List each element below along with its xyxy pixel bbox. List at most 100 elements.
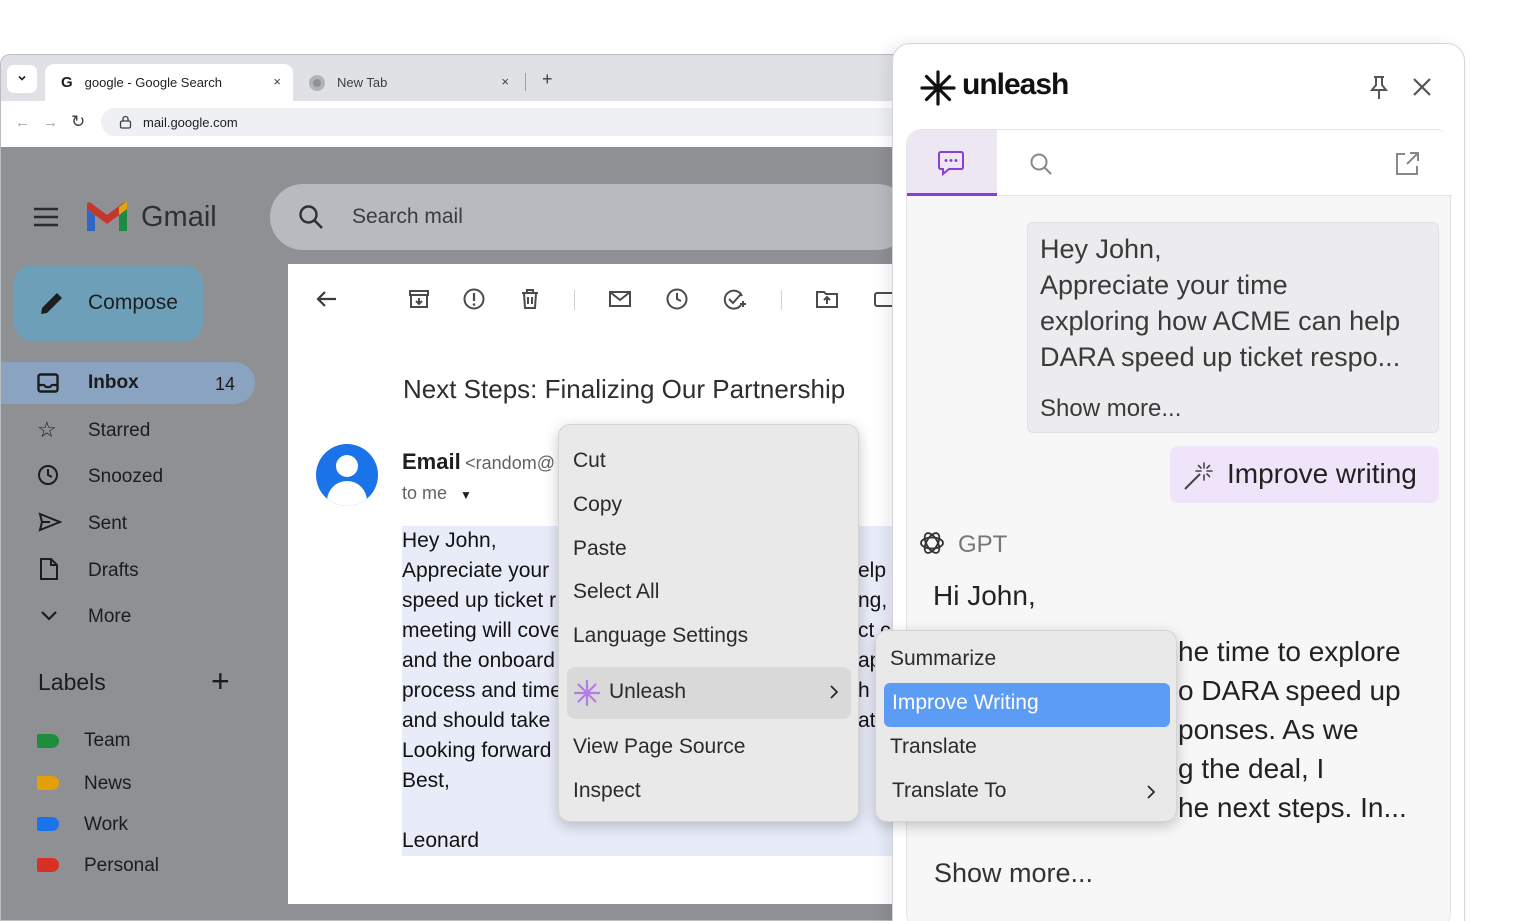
chevron-down-icon <box>16 72 28 87</box>
search-placeholder: Search mail <box>352 205 463 228</box>
submenu-item-summarize[interactable]: Summarize <box>890 647 996 671</box>
tab-google-search[interactable]: G google - Google Search × <box>45 64 293 101</box>
labels-heading: Labels <box>38 669 106 695</box>
sidebar-item-sent[interactable]: Sent <box>1 502 255 542</box>
address-bar[interactable]: mail.google.com <box>101 108 900 136</box>
label-item-personal[interactable]: Personal <box>37 852 217 882</box>
search-icon[interactable] <box>1029 152 1053 181</box>
send-icon <box>38 512 63 537</box>
reply-greeting: Hi John, <box>933 580 1036 611</box>
add-task-icon[interactable] <box>721 286 747 312</box>
label-item-team[interactable]: Team <box>37 728 217 758</box>
chat-bubble-icon <box>937 149 965 182</box>
context-menu: Cut Copy Paste Select All Language Setti… <box>558 424 859 822</box>
chevron-right-icon <box>1146 784 1156 805</box>
sidebar-item-starred[interactable]: ☆ Starred <box>1 409 255 449</box>
menu-item-paste[interactable]: Paste <box>573 537 627 561</box>
model-name: GPT <box>958 531 1008 558</box>
menu-item-label: Unleash <box>609 680 687 703</box>
clock-icon <box>37 464 59 491</box>
toolbar-divider <box>781 290 782 310</box>
menu-item-unleash[interactable]: Unleash <box>567 667 851 719</box>
chrome-icon <box>309 74 325 91</box>
pin-icon[interactable] <box>1367 75 1391 106</box>
reply-line: he time to explore <box>1178 636 1401 667</box>
back-icon[interactable]: ← <box>15 114 30 131</box>
submenu-item-label: Translate To <box>892 779 1007 802</box>
search-mail-bar[interactable]: Search mail <box>270 184 900 250</box>
menu-item-copy[interactable]: Copy <box>573 493 622 517</box>
email-body-line: Looking forward <box>402 739 552 762</box>
label-tag-icon <box>37 776 59 790</box>
menu-item-select-all[interactable]: Select All <box>573 580 659 604</box>
magic-wand-icon <box>1182 458 1216 497</box>
close-icon[interactable] <box>1411 76 1433 103</box>
menu-item-cut[interactable]: Cut <box>573 449 606 473</box>
forward-icon[interactable]: → <box>43 114 58 131</box>
archive-icon[interactable] <box>406 286 432 312</box>
user-message-text: Hey John, Appreciate your time exploring h… <box>1040 231 1400 375</box>
submenu-item-translate-to[interactable]: Translate To <box>884 771 1170 811</box>
close-tab-icon[interactable]: × <box>501 74 509 89</box>
tab-search-dropdown[interactable] <box>7 65 37 93</box>
sender-address: <random@ <box>465 453 555 473</box>
sidebar-item-more[interactable]: More <box>1 595 255 635</box>
label-item-work[interactable]: Work <box>37 811 217 841</box>
email-body-line: meeting will cove <box>402 619 562 642</box>
label-tag-icon <box>37 817 59 831</box>
user-message-line: Appreciate your time <box>1040 270 1288 300</box>
mark-unread-icon[interactable] <box>607 286 633 312</box>
email-body-line: and should take <box>402 709 551 732</box>
sidebar-item-inbox[interactable]: Inbox 14 <box>1 362 255 404</box>
sidebar-item-snoozed[interactable]: Snoozed <box>1 455 255 495</box>
unleash-submenu: Summarize Improve Writing Translate Tran… <box>875 630 1177 822</box>
reply-line: g the deal, I <box>1178 753 1325 784</box>
new-tab-button[interactable]: + <box>542 69 553 90</box>
snooze-clock-icon[interactable] <box>664 286 690 312</box>
show-more-link[interactable]: Show more... <box>1040 395 1181 423</box>
tab-chat[interactable] <box>907 130 997 196</box>
email-body-line: Hey John, <box>402 529 497 552</box>
reply-show-more-link[interactable]: Show more... <box>934 858 1093 889</box>
menu-item-view-page-source[interactable]: View Page Source <box>573 735 745 759</box>
sidebar-item-drafts[interactable]: Drafts <box>1 549 255 589</box>
submenu-item-translate[interactable]: Translate <box>890 735 977 759</box>
recipient-text: to me <box>402 483 448 503</box>
reload-icon[interactable]: ↻ <box>71 112 85 132</box>
lock-icon <box>119 115 132 132</box>
sidebar-item-label: Snoozed <box>88 466 164 487</box>
compose-button[interactable]: Compose <box>14 265 203 341</box>
back-arrow-icon[interactable] <box>314 286 340 312</box>
tab-new-tab[interactable]: New Tab × <box>293 64 521 101</box>
delete-icon[interactable] <box>517 286 543 312</box>
menu-item-language-settings[interactable]: Language Settings <box>573 624 748 648</box>
email-body: Hey John, Appreciate your speed up ticket … <box>402 526 562 856</box>
unread-count: 14 <box>215 374 236 394</box>
submenu-item-improve-writing[interactable]: Improve Writing <box>884 683 1170 727</box>
star-icon: ☆ <box>37 417 57 442</box>
tab-title: New Tab <box>337 75 388 90</box>
url-text: mail.google.com <box>143 114 238 130</box>
main-menu-icon[interactable] <box>33 207 59 232</box>
report-spam-icon[interactable] <box>461 286 487 312</box>
add-label-icon[interactable]: + <box>211 665 230 697</box>
google-g-icon: G <box>61 74 73 91</box>
menu-item-inspect[interactable]: Inspect <box>573 779 641 803</box>
user-message-line: DARA speed up ticket respo... <box>1040 342 1401 372</box>
unleash-asterisk-icon <box>573 679 601 712</box>
sidebar-item-label: Inbox <box>88 372 139 393</box>
email-body-line <box>402 796 562 826</box>
label-item-news[interactable]: News <box>37 770 217 800</box>
open-external-icon[interactable] <box>1393 150 1421 183</box>
sidebar-item-label: More <box>88 606 132 627</box>
recipient-line[interactable]: to me ▼ <box>402 483 472 504</box>
user-message-bubble: Hey John, Appreciate your time exploring h… <box>1027 222 1439 433</box>
close-tab-icon[interactable]: × <box>273 74 281 89</box>
browser-toolbar: ← → ↻ mail.google.com <box>1 101 900 147</box>
reply-line: o DARA speed up <box>1178 675 1401 706</box>
unleash-logo-icon <box>919 69 957 112</box>
move-to-icon[interactable] <box>814 286 840 312</box>
email-body-line: speed up ticket r <box>402 589 557 612</box>
chevron-right-icon <box>829 684 839 705</box>
tab-divider <box>525 73 526 91</box>
